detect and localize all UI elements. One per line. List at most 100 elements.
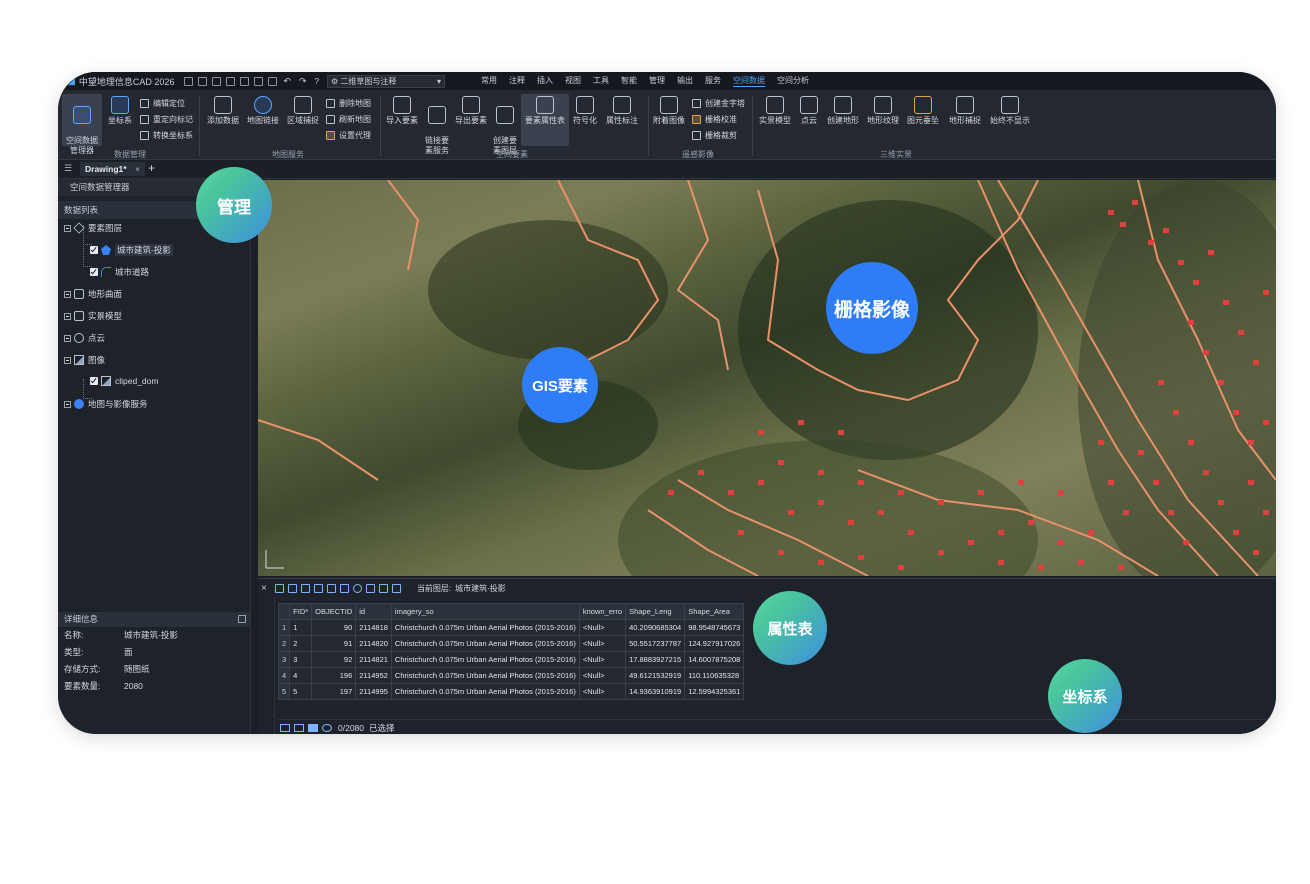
tree-item-map-service[interactable]: 地图与影像服务 xyxy=(64,398,148,410)
tab-list-icon[interactable]: ☰ xyxy=(64,163,72,174)
create-feature-layer-button[interactable]: 创建要 素图层 xyxy=(490,96,520,156)
menu-insert[interactable]: 插入 xyxy=(537,75,553,87)
terrain-texture-button[interactable]: 地形纹理 xyxy=(866,96,900,126)
close-tab-icon[interactable]: × xyxy=(135,164,140,174)
print-icon[interactable] xyxy=(254,76,264,86)
tree-item-building[interactable]: 城市建筑-投影 xyxy=(90,244,173,256)
symbolize-button[interactable]: 符号化 xyxy=(572,96,598,126)
collapse-icon[interactable] xyxy=(64,356,71,364)
visibility-checkbox[interactable] xyxy=(90,268,98,276)
minimize-icon[interactable] xyxy=(238,615,246,623)
menu-annotate[interactable]: 注释 xyxy=(509,75,525,87)
first-record-icon[interactable] xyxy=(280,723,290,732)
point-cloud-button[interactable]: 点云 xyxy=(796,96,822,126)
attach-image-button[interactable]: 附着图像 xyxy=(652,96,686,126)
filter-icon[interactable] xyxy=(287,583,297,593)
menu-spatial-analysis[interactable]: 空间分析 xyxy=(777,75,809,87)
menu-output[interactable]: 输出 xyxy=(677,75,693,87)
menu-view[interactable]: 视图 xyxy=(565,75,581,87)
tree-item-feature-layers[interactable]: 要素图层 xyxy=(64,222,122,234)
close-panel-icon[interactable]: × xyxy=(261,583,267,594)
tree-item-point-cloud[interactable]: 点云 xyxy=(64,332,105,344)
table-row[interactable]: 4 4 196 2114952 Christchurch 0.075m Urba… xyxy=(277,667,745,684)
new-file-icon[interactable] xyxy=(184,76,194,86)
row-index[interactable]: 4 xyxy=(277,667,291,684)
edit-position-button[interactable]: 编辑定位 xyxy=(140,98,185,109)
tree-item-road[interactable]: 城市道路 xyxy=(90,266,149,278)
coordinate-system-button[interactable]: 坐标系 xyxy=(106,96,134,126)
attribute-label-button[interactable]: 属性标注 xyxy=(604,96,640,126)
last-record-icon[interactable] xyxy=(294,723,304,732)
column-header[interactable]: OBJECTID xyxy=(311,603,357,620)
redirect-mark-button[interactable]: 重定向标记 xyxy=(140,114,193,125)
show-selected-icon[interactable] xyxy=(322,723,332,732)
export-features-button[interactable]: 导出要素 xyxy=(454,96,488,126)
reality-model-button[interactable]: 实景模型 xyxy=(758,96,792,126)
delete-map-button[interactable]: 删除地图 xyxy=(326,98,371,109)
redo-icon[interactable]: ↷ xyxy=(299,76,307,87)
terrain-snap-button[interactable]: 地形捕捉 xyxy=(948,96,982,126)
column-header[interactable]: known_erro xyxy=(578,603,627,620)
open-file-icon[interactable] xyxy=(198,76,208,86)
select-by-attribute-icon[interactable] xyxy=(300,583,310,593)
delete-icon[interactable] xyxy=(339,583,349,593)
spatial-data-manager-button[interactable]: 空间数据 管理器 xyxy=(64,96,100,156)
map-viewport[interactable] xyxy=(258,180,1276,576)
row-index[interactable]: 5 xyxy=(277,683,291,700)
raster-calibrate-button[interactable]: 栅格校准 xyxy=(692,114,737,125)
switch-selection-icon[interactable] xyxy=(313,583,323,593)
search-icon[interactable] xyxy=(352,583,362,593)
column-header[interactable]: FID* xyxy=(289,603,313,620)
save-icon[interactable] xyxy=(212,76,222,86)
refresh-map-button[interactable]: 刷新地图 xyxy=(326,114,371,125)
calculator-icon[interactable] xyxy=(378,583,388,593)
undo-icon[interactable]: ↶ xyxy=(283,76,291,87)
entity-drape-button[interactable]: 图元垂坠 xyxy=(906,96,940,126)
region-snap-button[interactable]: 区域捕捉 xyxy=(286,96,320,126)
workspace-select[interactable]: ⚙ 二维草图与注释 ▾ xyxy=(327,74,445,88)
field-calculator-icon[interactable] xyxy=(365,583,375,593)
table-row[interactable]: 2 2 91 2114820 Christchurch 0.075m Urban… xyxy=(277,635,745,652)
visibility-checkbox[interactable] xyxy=(90,377,98,385)
column-header[interactable]: Shape_Leng xyxy=(625,603,686,620)
create-pyramid-button[interactable]: 创建金字塔 xyxy=(692,98,745,109)
tree-item-terrain[interactable]: 地形曲面 xyxy=(64,288,122,300)
menu-common[interactable]: 常用 xyxy=(481,75,497,87)
row-index[interactable]: 2 xyxy=(277,635,291,652)
column-header[interactable]: id xyxy=(355,603,392,620)
menu-service[interactable]: 服务 xyxy=(705,75,721,87)
plot-icon[interactable] xyxy=(268,76,278,86)
table-row[interactable]: 5 5 197 2114995 Christchurch 0.075m Urba… xyxy=(277,683,745,700)
tree-item-reality[interactable]: 实景模型 xyxy=(64,310,122,322)
tab-drawing1[interactable]: Drawing1* × xyxy=(80,162,145,176)
add-data-button[interactable]: 添加数据 xyxy=(206,96,240,126)
visibility-checkbox[interactable] xyxy=(90,246,98,254)
menu-tools[interactable]: 工具 xyxy=(593,75,609,87)
row-index[interactable]: 1 xyxy=(277,619,291,636)
collapse-icon[interactable] xyxy=(64,224,71,232)
column-header[interactable] xyxy=(277,603,291,620)
row-index[interactable]: 3 xyxy=(277,651,291,668)
zoom-to-icon[interactable] xyxy=(274,583,284,593)
import-features-button[interactable]: 导入要素 xyxy=(385,96,419,126)
create-terrain-button[interactable]: 创建地形 xyxy=(826,96,860,126)
map-link-button[interactable]: 地图链接 xyxy=(246,96,280,126)
menu-manage[interactable]: 管理 xyxy=(649,75,665,87)
menu-spatial-data[interactable]: 空间数据 xyxy=(733,75,765,87)
export-table-icon[interactable] xyxy=(391,583,401,593)
tree-item-cliped-dom[interactable]: cliped_dom xyxy=(90,376,158,386)
save-as-icon[interactable] xyxy=(226,76,236,86)
collapse-icon[interactable] xyxy=(64,312,71,320)
collapse-icon[interactable] xyxy=(64,334,71,342)
column-header[interactable]: Shape_Area xyxy=(684,603,745,620)
set-proxy-button[interactable]: 设置代理 xyxy=(326,130,371,141)
convert-coordinate-button[interactable]: 转换坐标系 xyxy=(140,130,193,141)
menu-smart[interactable]: 智能 xyxy=(621,75,637,87)
raster-clip-button[interactable]: 栅格裁剪 xyxy=(692,130,737,141)
save-all-icon[interactable] xyxy=(240,76,250,86)
tree-item-image[interactable]: 图像 xyxy=(64,354,105,366)
feature-attribute-table-button[interactable]: 要素属性表 xyxy=(523,96,567,126)
column-header[interactable]: imagery_so xyxy=(390,603,580,620)
show-all-icon[interactable] xyxy=(308,723,318,732)
table-row[interactable]: 1 1 90 2114818 Christchurch 0.075m Urban… xyxy=(277,619,745,636)
